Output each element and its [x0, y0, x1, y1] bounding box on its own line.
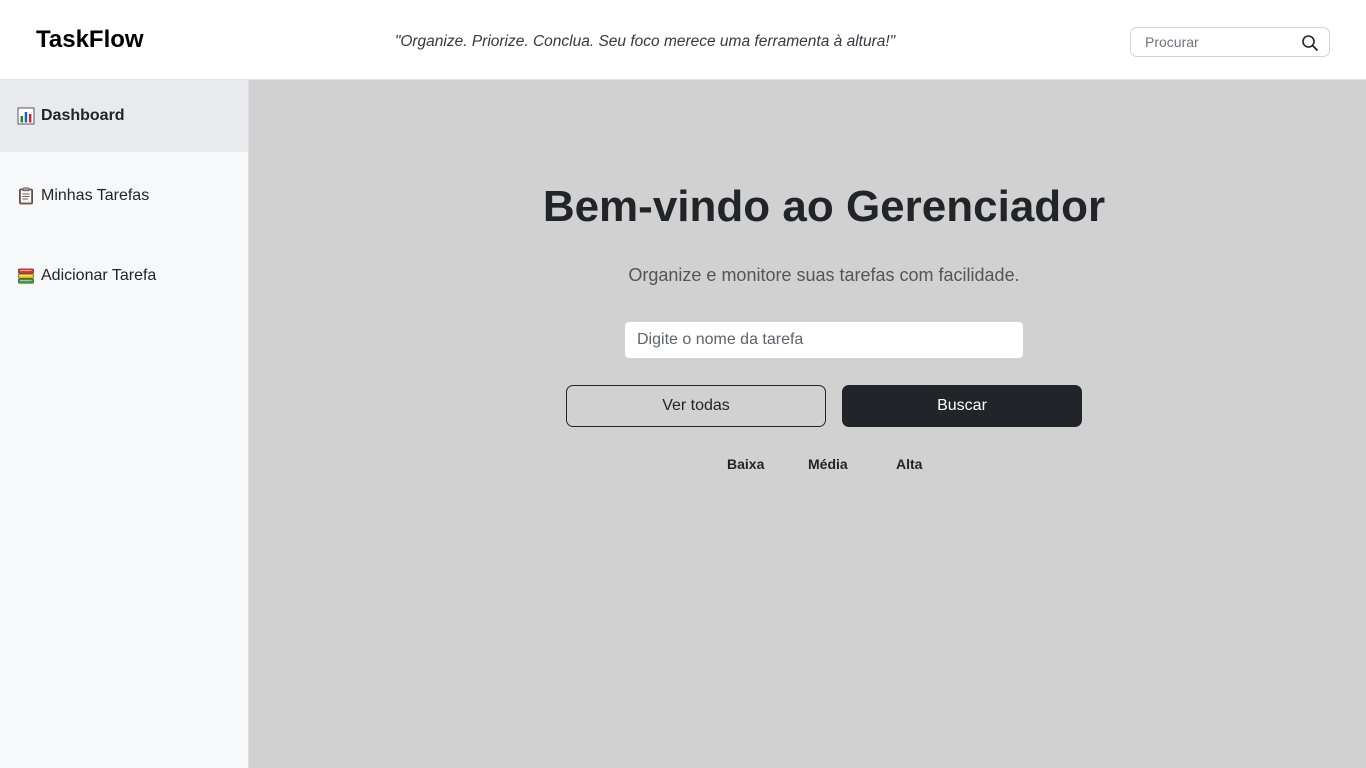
clipboard-icon — [19, 187, 33, 205]
sidebar-item-adicionar-tarefa[interactable]: Adicionar Tarefa — [0, 240, 248, 312]
sidebar-item-label: Minhas Tarefas — [41, 187, 150, 204]
priority-filter-baixa[interactable]: Baixa — [727, 456, 764, 472]
search-button[interactable]: Buscar — [842, 385, 1082, 427]
priority-filter-media[interactable]: Média — [808, 456, 848, 472]
bar-chart-icon — [17, 107, 35, 125]
top-header: TaskFlow "Organize. Priorize. Conclua. S… — [0, 0, 1366, 80]
view-all-button[interactable]: Ver todas — [566, 385, 826, 427]
sidebar: Dashboard Minhas Tarefas Adicionar Taref… — [0, 80, 249, 768]
sidebar-item-label: Dashboard — [41, 107, 125, 124]
books-icon — [18, 268, 34, 284]
header-tagline: "Organize. Priorize. Conclua. Seu foco m… — [394, 33, 896, 50]
search-input[interactable] — [1145, 34, 1295, 50]
page-subtitle: Organize e monitore suas tarefas com fac… — [628, 265, 1020, 285]
task-name-input[interactable] — [624, 321, 1024, 359]
priority-filter-alta[interactable]: Alta — [896, 456, 922, 472]
main-content: Bem-vindo ao Gerenciador Organize e moni… — [249, 80, 1366, 768]
page-title: Bem-vindo ao Gerenciador — [542, 182, 1106, 231]
search-icon[interactable] — [1301, 34, 1319, 52]
sidebar-item-dashboard[interactable]: Dashboard — [0, 80, 248, 152]
header-search — [1130, 27, 1330, 57]
sidebar-item-minhas-tarefas[interactable]: Minhas Tarefas — [0, 160, 248, 232]
sidebar-item-label: Adicionar Tarefa — [41, 267, 157, 284]
